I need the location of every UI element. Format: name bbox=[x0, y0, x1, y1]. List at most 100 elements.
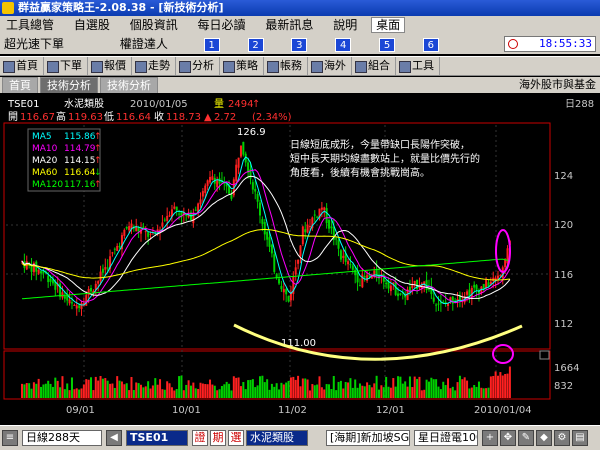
volume-bar bbox=[228, 383, 231, 398]
futures-button[interactable]: 期 bbox=[210, 430, 226, 446]
zoom-icon[interactable]: ◆ bbox=[536, 430, 552, 446]
toolbar: 首頁 下單 報價 走勢 分析 策略 帳務 海外 組合 工具 bbox=[0, 56, 600, 76]
volume-bar bbox=[485, 388, 488, 398]
candle-body bbox=[473, 284, 476, 288]
trend-button[interactable]: 走勢 bbox=[132, 57, 176, 75]
volume-bar bbox=[104, 378, 107, 398]
change-up-icon: ▲ bbox=[204, 112, 212, 123]
volume-bar bbox=[123, 384, 126, 398]
desk-6-button[interactable]: 6 bbox=[422, 38, 439, 52]
volume-bar bbox=[489, 376, 492, 398]
candle-body bbox=[285, 289, 288, 295]
tab-tech-analysis-2[interactable]: 技術分析 bbox=[100, 77, 158, 94]
desk-5-button[interactable]: 5 bbox=[379, 38, 395, 52]
add-icon[interactable]: + bbox=[482, 430, 498, 446]
fast-order-link[interactable]: 超光速下單 bbox=[0, 34, 72, 54]
menu-watchlist[interactable]: 自選股 bbox=[68, 16, 120, 34]
volume-bar bbox=[232, 376, 235, 398]
volume-bar bbox=[389, 387, 392, 398]
candle-body bbox=[68, 299, 71, 304]
candle-body bbox=[273, 254, 276, 272]
volume-bar bbox=[499, 372, 502, 398]
group-select[interactable]: 水泥類股 bbox=[246, 430, 308, 446]
menu-desktop[interactable]: 桌面 bbox=[371, 17, 406, 33]
candle-body bbox=[278, 278, 281, 284]
candle-body bbox=[125, 226, 128, 229]
volume-bar bbox=[109, 383, 112, 398]
settings-icon[interactable]: ⚙ bbox=[554, 430, 570, 446]
volume-bar bbox=[297, 375, 300, 398]
volume-bar bbox=[189, 385, 192, 398]
analysis-button[interactable]: 分析 bbox=[176, 57, 220, 75]
move-icon[interactable]: ✥ bbox=[500, 430, 516, 446]
tab-tech-analysis[interactable]: 技術分析 bbox=[40, 77, 98, 94]
volume-bar bbox=[59, 387, 62, 398]
volume-bar bbox=[21, 383, 23, 398]
volume-bar bbox=[285, 382, 288, 398]
volume-bar bbox=[23, 384, 26, 398]
desk-4-button[interactable]: 4 bbox=[335, 38, 352, 52]
account-button[interactable]: 帳務 bbox=[264, 57, 308, 75]
chart-area[interactable]: TSE01 水泥類股 2010/01/05 量 2494 ↑ 日288 開 11… bbox=[0, 93, 600, 423]
volume-bar bbox=[347, 382, 350, 398]
candle-body bbox=[335, 238, 338, 240]
menu-daily[interactable]: 每日必讀 bbox=[192, 16, 256, 34]
menu-stock-info[interactable]: 個股資訊 bbox=[124, 16, 188, 34]
candle-body bbox=[30, 266, 33, 272]
volume-bar bbox=[282, 384, 285, 398]
market-select[interactable]: [海期]新加坡SGX bbox=[326, 430, 410, 446]
menu-tools[interactable]: 工具總管 bbox=[0, 16, 64, 34]
volume-bar bbox=[113, 387, 116, 398]
tools-button[interactable]: 工具 bbox=[396, 57, 440, 75]
status-bar: ≡ 日線288天 ◀ TSE01 證 期 選 水泥類股 [海期]新加坡SGX 星… bbox=[0, 425, 600, 450]
volume-bar bbox=[404, 381, 407, 398]
menu-news[interactable]: 最新訊息 bbox=[259, 16, 323, 34]
volume-bar bbox=[432, 379, 435, 398]
draw-icon[interactable]: ✎ bbox=[518, 430, 534, 446]
order-button[interactable]: 下單 bbox=[44, 57, 88, 75]
quote-button[interactable]: 報價 bbox=[88, 57, 132, 75]
volume-bar bbox=[235, 377, 238, 398]
candle-body bbox=[349, 264, 352, 266]
ma10-label: MA10 bbox=[32, 144, 58, 154]
volume-bar bbox=[180, 375, 183, 398]
candle-body bbox=[166, 215, 169, 221]
candle-body bbox=[449, 297, 452, 300]
back-icon[interactable]: ◀ bbox=[106, 430, 122, 446]
options-button[interactable]: 選 bbox=[228, 430, 244, 446]
volume-bar bbox=[237, 377, 240, 398]
period-select[interactable]: 日線288天 bbox=[22, 430, 102, 446]
strategy-button[interactable]: 策略 bbox=[220, 57, 264, 75]
menu-help[interactable]: 說明 bbox=[327, 16, 367, 34]
volume-bar bbox=[301, 378, 304, 398]
volume-bar bbox=[451, 386, 454, 398]
combo-button[interactable]: 組合 bbox=[352, 57, 396, 75]
peak-label: 126.9 bbox=[237, 127, 266, 138]
stock-button[interactable]: 證 bbox=[192, 430, 208, 446]
news-ticker[interactable]: 星日證電100§ bbox=[414, 430, 478, 446]
volume-bar bbox=[356, 387, 359, 398]
overseas-market-link[interactable]: 海外股市與基金 bbox=[519, 77, 596, 92]
menu-icon[interactable]: ≡ bbox=[2, 430, 18, 446]
candle-body bbox=[37, 269, 40, 274]
candle-body bbox=[59, 283, 62, 297]
ma10-arrow-icon: ↑ bbox=[94, 144, 102, 154]
overseas-button[interactable]: 海外 bbox=[308, 57, 352, 75]
print-icon[interactable]: ▤ bbox=[572, 430, 588, 446]
volume-bar bbox=[342, 388, 345, 398]
tab-home[interactable]: 首頁 bbox=[2, 77, 38, 94]
volume-bar bbox=[216, 390, 219, 398]
home-button[interactable]: 首頁 bbox=[0, 57, 44, 75]
candle-body bbox=[49, 278, 52, 282]
volume-bar bbox=[73, 389, 76, 398]
volume-bar bbox=[370, 387, 373, 398]
candle-body bbox=[209, 177, 212, 183]
volume-bar bbox=[166, 381, 169, 398]
desk-2-button[interactable]: 2 bbox=[247, 38, 264, 52]
desk-3-button[interactable]: 3 bbox=[291, 38, 308, 52]
desk-1-button[interactable]: 1 bbox=[203, 38, 220, 52]
candle-body bbox=[47, 275, 50, 283]
symbol-input[interactable]: TSE01 bbox=[126, 430, 188, 446]
warrant-link[interactable]: 權證達人 bbox=[116, 34, 176, 54]
volume-bar bbox=[378, 389, 380, 398]
